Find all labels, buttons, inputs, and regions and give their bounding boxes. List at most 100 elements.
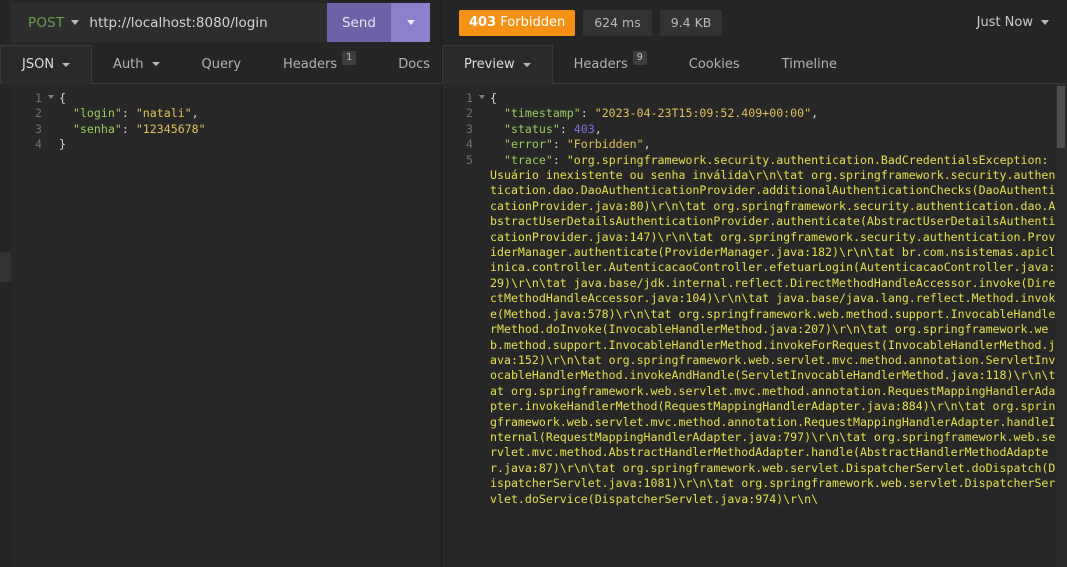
chevron-down-icon bbox=[406, 20, 415, 25]
tab-label: Headers bbox=[573, 56, 628, 72]
tab-timeline-response[interactable]: Timeline bbox=[760, 45, 858, 84]
line-number: 2 bbox=[35, 106, 42, 121]
api-client-window: POST http://localhost:8080/login Send 40… bbox=[0, 0, 1067, 567]
tab-headers[interactable]: Headers 1 bbox=[262, 45, 378, 84]
send-button[interactable]: Send bbox=[327, 3, 391, 42]
code-line: "login": "natali", bbox=[59, 106, 435, 121]
response-body-pane: 12345 { "timestamp": "2023-04-23T15:09:5… bbox=[442, 84, 1067, 567]
code-line: "senha": "12345678" bbox=[59, 122, 435, 137]
code-token: "12345678" bbox=[135, 121, 206, 136]
send-options-button[interactable] bbox=[391, 3, 430, 42]
request-bar: POST http://localhost:8080/login Send bbox=[0, 0, 442, 45]
code-token: 403 bbox=[573, 121, 595, 136]
line-number: 4 bbox=[35, 137, 42, 152]
code-token: { bbox=[59, 91, 66, 105]
pane-collapse-handle[interactable] bbox=[0, 252, 11, 282]
line-number: 3 bbox=[466, 121, 473, 136]
code-line: { bbox=[59, 91, 435, 106]
tab-count-badge: 1 bbox=[342, 51, 357, 65]
code-token: : bbox=[121, 106, 136, 121]
code-token: "senha" bbox=[72, 121, 122, 136]
request-json-content[interactable]: { "login": "natali", "senha": "12345678"… bbox=[45, 84, 441, 567]
tab-label: JSON bbox=[22, 57, 55, 72]
code-token: "trace" bbox=[503, 152, 553, 167]
status-text: Forbidden bbox=[500, 14, 566, 30]
code-token: : bbox=[559, 121, 574, 136]
code-token: "2023-04-23T15:09:52.409+00:00" bbox=[594, 106, 812, 121]
code-token: , bbox=[594, 121, 602, 136]
top-bar: POST http://localhost:8080/login Send 40… bbox=[0, 0, 1067, 45]
status-code: 403 bbox=[469, 14, 497, 30]
line-number: 3 bbox=[35, 121, 42, 136]
tab-query[interactable]: Query bbox=[180, 45, 263, 84]
fold-toggle-icon[interactable] bbox=[479, 95, 485, 99]
tab-count-badge: 9 bbox=[632, 51, 647, 65]
response-scrollbar-thumb[interactable] bbox=[1057, 86, 1065, 148]
tab-label: Headers bbox=[283, 56, 338, 72]
tab-label: Cookies bbox=[688, 56, 740, 72]
history-label: Just Now bbox=[976, 15, 1033, 30]
code-token: "status" bbox=[503, 121, 560, 136]
code-line: "timestamp": "2023-04-23T15:09:52.409+00… bbox=[490, 106, 1061, 121]
tab-headers-response[interactable]: Headers 9 bbox=[552, 45, 668, 84]
response-json-content[interactable]: { "timestamp": "2023-04-23T15:09:52.409+… bbox=[476, 84, 1067, 567]
chevron-down-icon bbox=[522, 62, 531, 67]
code-line: "status": 403, bbox=[490, 122, 1061, 137]
tab-auth[interactable]: Auth bbox=[92, 45, 181, 84]
code-token: , bbox=[191, 106, 199, 121]
response-line-numbers: 12345 bbox=[442, 84, 485, 567]
code-token: : bbox=[552, 137, 567, 152]
request-body-pane: 1234 { "login": "natali", "senha": "1234… bbox=[0, 84, 442, 567]
code-token: "error" bbox=[503, 137, 553, 152]
code-token: "org.springframework.security.authentica… bbox=[490, 152, 1056, 506]
tab-json[interactable]: JSON bbox=[0, 45, 93, 84]
url-value[interactable]: http://localhost:8080/login bbox=[89, 15, 267, 31]
tab-bar-filler bbox=[857, 45, 1067, 84]
line-number: 1 bbox=[442, 91, 485, 106]
tab-preview-response[interactable]: Preview bbox=[442, 45, 553, 84]
chevron-down-icon bbox=[1041, 20, 1049, 25]
request-tab-group: JSON Auth Query Headers 1 Docs bbox=[0, 45, 452, 84]
url-input[interactable]: POST http://localhost:8080/login bbox=[11, 3, 327, 42]
code-token: , bbox=[643, 137, 651, 152]
chevron-down-icon bbox=[151, 62, 160, 66]
fold-toggle-icon[interactable] bbox=[48, 95, 54, 99]
code-token: , bbox=[811, 106, 819, 121]
code-token: : bbox=[121, 121, 136, 136]
code-token: : bbox=[580, 106, 595, 121]
request-json-editor[interactable]: 1234 { "login": "natali", "senha": "1234… bbox=[0, 84, 441, 567]
response-time: 624 ms bbox=[583, 9, 652, 36]
code-token: "natali" bbox=[135, 106, 192, 121]
code-token: : bbox=[552, 152, 567, 167]
line-number: 2 bbox=[466, 106, 473, 121]
response-tab-group: Preview Headers 9 Cookies Timeline bbox=[442, 45, 1067, 84]
tab-cookies-response[interactable]: Cookies bbox=[667, 45, 761, 84]
http-method-label[interactable]: POST bbox=[28, 15, 64, 31]
response-size: 9.4 KB bbox=[659, 9, 723, 36]
response-status-bar: 403 Forbidden 624 ms 9.4 KB Just Now bbox=[442, 0, 1067, 45]
chevron-down-icon[interactable] bbox=[71, 20, 80, 25]
code-line: } bbox=[59, 137, 435, 152]
line-number: 1 bbox=[11, 91, 54, 106]
code-token: "Forbidden" bbox=[566, 137, 644, 152]
tab-label: Docs bbox=[398, 56, 431, 72]
tab-label: Query bbox=[201, 56, 242, 72]
tab-label: Preview bbox=[464, 57, 515, 72]
code-line: "trace": "org.springframework.security.a… bbox=[490, 153, 1061, 507]
code-token: "timestamp" bbox=[503, 106, 581, 121]
code-token: } bbox=[59, 137, 66, 152]
request-line-numbers: 1234 bbox=[11, 84, 54, 567]
tab-docs[interactable]: Docs bbox=[377, 45, 452, 84]
tab-label: Timeline bbox=[781, 56, 837, 72]
response-scrollbar[interactable] bbox=[1056, 84, 1067, 567]
pane-edge-rail[interactable] bbox=[0, 84, 11, 567]
tab-label: Auth bbox=[113, 56, 144, 72]
response-json-viewer[interactable]: 12345 { "timestamp": "2023-04-23T15:09:5… bbox=[442, 84, 1067, 567]
line-number: 4 bbox=[466, 137, 473, 152]
tab-bar: JSON Auth Query Headers 1 Docs Preview Headers… bbox=[0, 45, 1067, 84]
history-dropdown[interactable]: Just Now bbox=[977, 15, 1049, 30]
